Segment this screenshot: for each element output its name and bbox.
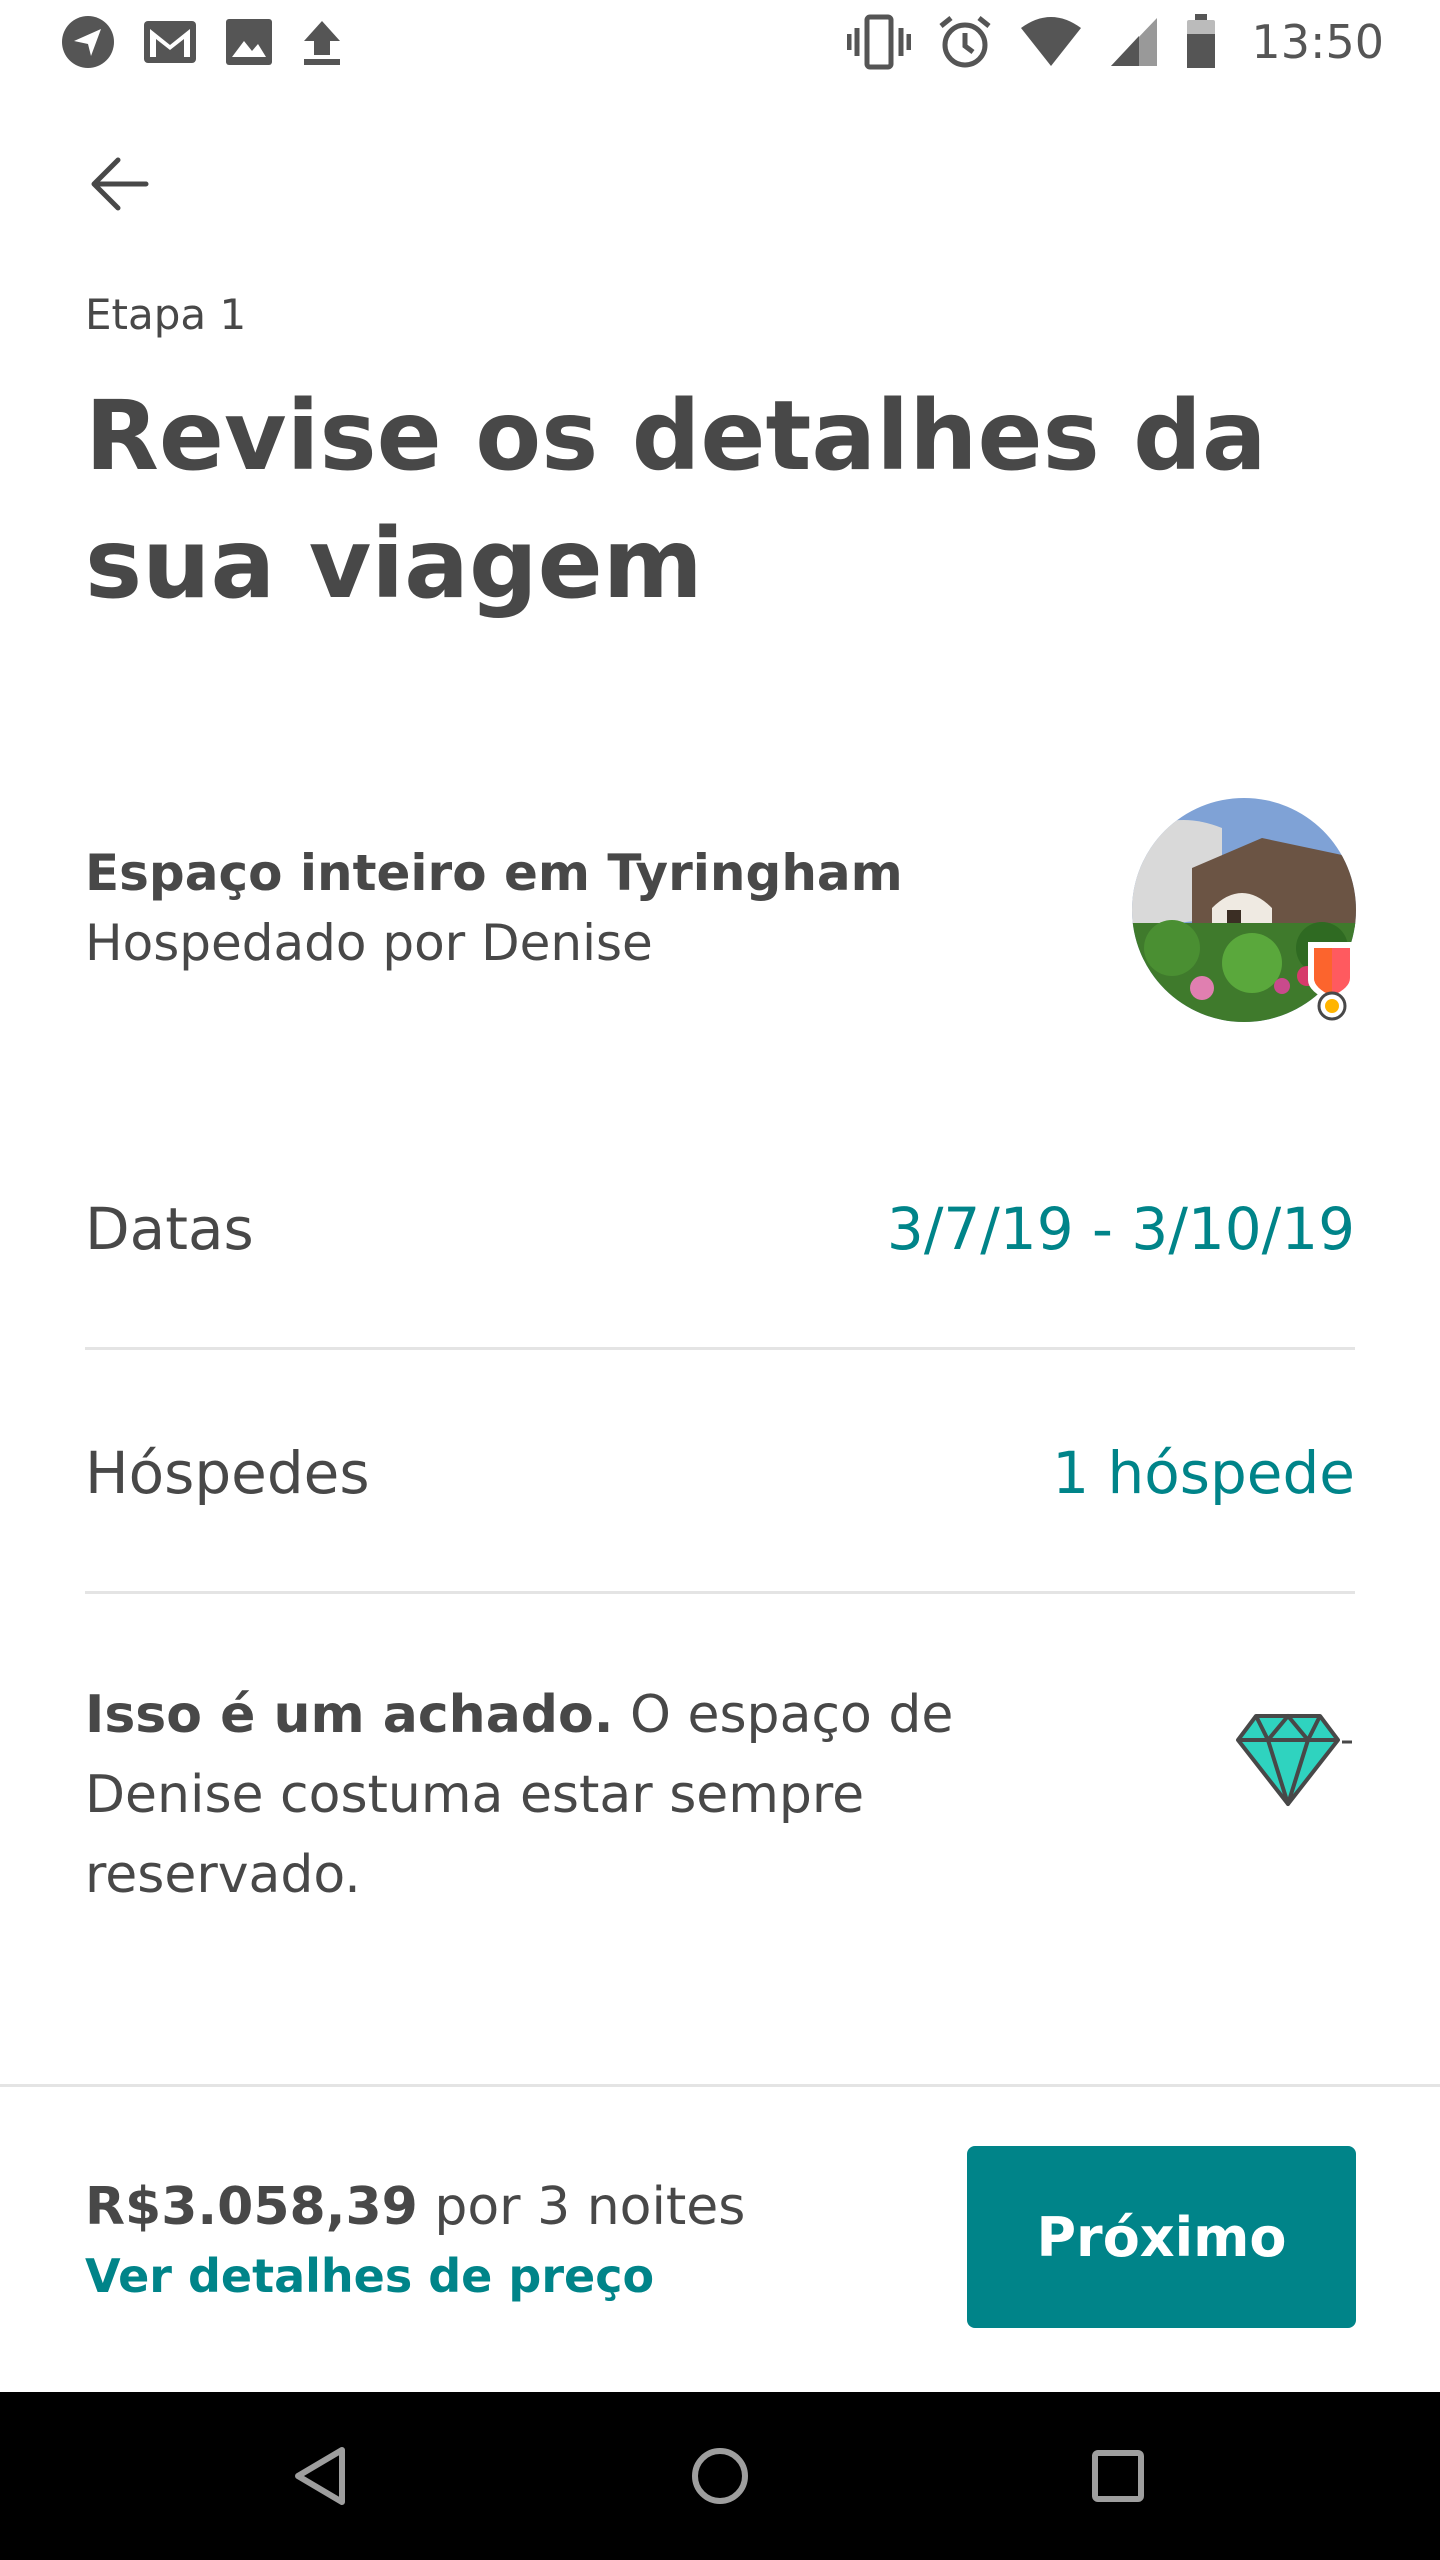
triangle-back-icon [295,2447,345,2505]
circle-home-icon [692,2448,748,2504]
price-details-link[interactable]: Ver detalhes de preço [85,2249,654,2303]
upload-icon [300,17,344,67]
vibrate-icon [847,14,912,70]
total-price: R$3.058,39 [85,2177,418,2237]
signal-icon [1109,16,1159,68]
battery-icon [1185,14,1217,70]
system-navigation-bar [0,2392,1440,2560]
listing-host: Hospedado por Denise [85,914,653,972]
guests-value[interactable]: 1 hóspede [1052,1439,1355,1507]
step-label: Etapa 1 [85,290,247,339]
navigation-icon [60,14,116,70]
dates-row[interactable]: Datas 3/7/19 - 3/10/19 [85,1110,1355,1350]
clock: 13:50 [1251,15,1384,69]
guests-label: Hóspedes [85,1438,370,1507]
booking-footer: R$3.058,39 por 3 noites Ver detalhes de … [0,2084,1440,2392]
image-icon [224,17,274,67]
guests-row[interactable]: Hóspedes 1 hóspede [85,1354,1355,1594]
listing-summary: Espaço inteiro em Tyringham Hospedado po… [85,838,1085,978]
status-bar-system: 13:50 [847,14,1384,70]
alarm-icon [937,14,993,70]
wifi-icon [1019,16,1083,68]
nav-home-button[interactable] [680,2436,760,2516]
superhost-badge-icon [1304,936,1360,1022]
price-suffix: por 3 noites [417,2177,746,2237]
square-recents-icon [1092,2450,1144,2502]
notice-bold-text: Isso é um achado. [85,1685,614,1745]
status-bar-notifications [60,14,344,70]
price-summary: R$3.058,39 por 3 noites [85,2177,745,2237]
nav-back-button[interactable] [282,2436,362,2516]
status-bar: 13:50 [0,0,1440,84]
diamond-icon [1228,1700,1356,1810]
rare-find-notice: Isso é um achado. O espaço de Denise cos… [85,1675,1145,1915]
arrow-left-icon [91,157,149,211]
nav-recents-button[interactable] [1078,2436,1158,2516]
gmail-icon [142,19,198,65]
dates-value[interactable]: 3/7/19 - 3/10/19 [887,1195,1355,1263]
dates-label: Datas [85,1194,254,1263]
next-button[interactable]: Próximo [967,2146,1356,2328]
back-button[interactable] [84,148,156,220]
page-title: Revise os detalhes da sua viagem [85,380,1267,620]
listing-title: Espaço inteiro em Tyringham [85,844,903,902]
